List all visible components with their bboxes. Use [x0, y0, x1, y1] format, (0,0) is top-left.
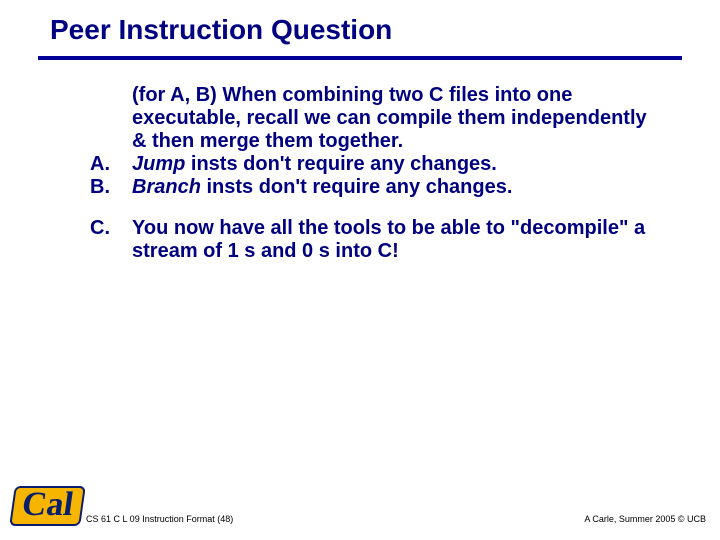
option-c-text: You now have all the tools to be able to… — [132, 217, 660, 263]
option-a-rest: insts don't require any changes. — [185, 153, 497, 175]
option-a-row: A. Jump insts don't require any changes. — [90, 153, 660, 176]
option-b-text: Branch insts don't require any changes. — [132, 176, 660, 199]
option-b-rest: insts don't require any changes. — [201, 176, 513, 198]
option-a-label: A. — [90, 153, 132, 176]
footer-left-text: CS 61 C L 09 Instruction Format (48) — [86, 514, 233, 524]
option-b-label: B. — [90, 176, 132, 199]
page-title: Peer Instruction Question — [0, 0, 720, 52]
option-c-label: C. — [90, 217, 132, 263]
intro-paragraph: (for A, B) When combining two C files in… — [132, 84, 660, 153]
cal-logo: Cal — [12, 486, 83, 526]
body-text: (for A, B) When combining two C files in… — [0, 60, 720, 263]
option-a-text: Jump insts don't require any changes. — [132, 153, 660, 176]
option-c-row: C. You now have all the tools to be able… — [90, 217, 660, 263]
slide: Peer Instruction Question (for A, B) Whe… — [0, 0, 720, 540]
option-b-emph: Branch — [132, 176, 201, 198]
option-b-row: B. Branch insts don't require any change… — [90, 176, 660, 199]
footer-right-text: A Carle, Summer 2005 © UCB — [584, 514, 706, 524]
spacer — [90, 199, 660, 217]
footer: Cal CS 61 C L 09 Instruction Format (48)… — [0, 480, 720, 530]
cal-logo-text: Cal — [9, 486, 86, 526]
option-a-emph: Jump — [132, 153, 185, 175]
